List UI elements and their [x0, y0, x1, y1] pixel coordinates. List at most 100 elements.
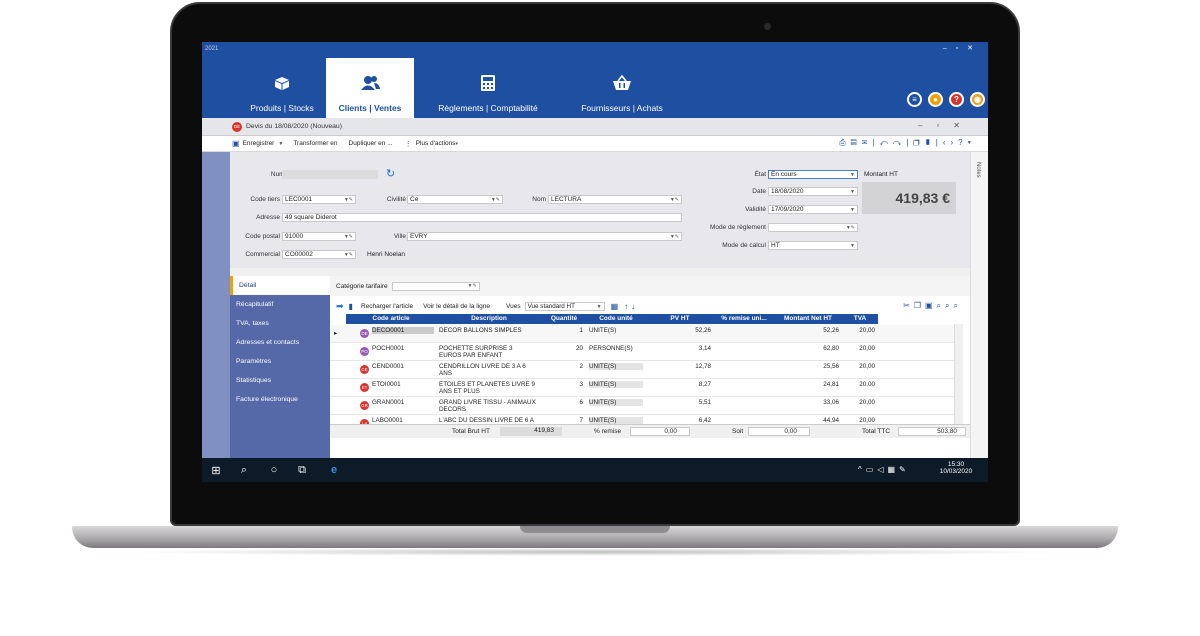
col-code-article[interactable]: Code article	[346, 314, 436, 324]
cell-code[interactable]: ETOI0001	[372, 381, 434, 388]
cell-net[interactable]: 62,80	[777, 345, 839, 352]
cell-tva[interactable]: 20,00	[845, 381, 875, 388]
prev-icon[interactable]: ‹	[943, 138, 951, 147]
etat-field[interactable]: En cours ▼	[768, 170, 858, 179]
menu-item-detail[interactable]: Détail	[230, 276, 330, 295]
code-postal-field[interactable]: 91000 ▼✎	[282, 232, 356, 241]
cell-code[interactable]: DECO0001	[372, 327, 434, 334]
cell-pv[interactable]: 5,51	[649, 399, 711, 406]
copy-icon[interactable]: ❐	[914, 138, 925, 147]
adresse-field[interactable]: 49 square Diderot	[282, 213, 682, 222]
refresh-icon[interactable]: ↻	[386, 167, 395, 180]
toolbar-right-icons[interactable]: ⎙▤✉|↶↷|❐▮|‹›?▾	[839, 138, 976, 148]
chevron-down-icon[interactable]: ▼	[850, 242, 855, 250]
civilite-field[interactable]: Ce ▼✎	[407, 195, 503, 204]
cell-net[interactable]: 25,56	[777, 363, 839, 370]
cell-unit[interactable]: UNITE(S)	[589, 363, 643, 370]
task-view-icon[interactable]: ⧉	[294, 462, 310, 478]
cell-net[interactable]: 44,94	[777, 417, 839, 424]
menu-item-facture[interactable]: Facture électronique	[230, 390, 330, 409]
menu-item-parametres[interactable]: Paramètres	[230, 352, 330, 371]
cell-qty[interactable]: 2	[545, 363, 583, 370]
cell-qty[interactable]: 3	[545, 381, 583, 388]
dropdown-edit-icon[interactable]: ▼✎	[670, 196, 679, 204]
cell-net[interactable]: 24,81	[777, 381, 839, 388]
vue-select[interactable]: Vue standard HT ▼	[524, 301, 605, 311]
col-montant-net[interactable]: Montant Net HT	[774, 314, 842, 324]
redo-icon[interactable]: ↷	[893, 138, 907, 147]
maximize-icon[interactable]: ▫	[956, 45, 967, 52]
print-icon[interactable]: ⎙	[839, 138, 850, 147]
delete-icon[interactable]: ▮	[925, 138, 936, 147]
user-icon[interactable]: ◉	[970, 92, 985, 107]
cell-pv[interactable]: 3,14	[649, 345, 711, 352]
menu-item-adresses[interactable]: Adresses et contacts	[230, 333, 330, 352]
col-pv-ht[interactable]: PV HT	[646, 314, 714, 324]
table-row[interactable]: ▸ DE DECO0001 DECOR BALLONS SIMPLES 1 UNITE(S…	[330, 325, 954, 343]
arrow-up-icon[interactable]: ↑	[624, 302, 628, 311]
document-window-controls[interactable]: –▫✕	[918, 121, 974, 130]
table-row[interactable]: ET ETOI0001 ETOILES ET PLANETES LIVRE 9 ANS…	[330, 379, 954, 397]
reload-article-button[interactable]: Recharger l'article	[361, 303, 413, 310]
copy-icon[interactable]: ❐	[914, 301, 925, 310]
tab-reglements-comptabilite[interactable]: Règlements | Comptabilité	[430, 58, 546, 118]
system-tray-icons[interactable]: ^▭◁▦✎	[858, 465, 910, 474]
cortana-icon[interactable]: ○	[266, 462, 282, 478]
chevron-down-icon[interactable]: ▼	[278, 141, 283, 147]
nom-field[interactable]: LECTURA ▼✎	[548, 195, 682, 204]
reglement-field[interactable]: ▼✎	[768, 223, 858, 232]
chevron-down-icon[interactable]: ▾	[968, 138, 976, 147]
col-remise[interactable]: % remise uni...	[714, 314, 774, 324]
window-controls[interactable]: –▫✕	[943, 44, 982, 52]
notes-panel[interactable]: Notes	[970, 152, 988, 458]
tab-produits-stocks[interactable]: Produits | Stocks	[242, 58, 322, 118]
col-quantite[interactable]: Quantité	[542, 314, 586, 324]
help-icon[interactable]: ?	[949, 92, 964, 107]
close-icon[interactable]: ✕	[967, 45, 982, 52]
search-icon[interactable]: ⌕	[236, 462, 252, 478]
cell-pv[interactable]: 8,27	[649, 381, 711, 388]
cell-code[interactable]: POCH0001	[372, 345, 434, 352]
trash-icon[interactable]: ▮	[349, 302, 353, 311]
duplicate-button[interactable]: Dupliquer en ...	[349, 140, 393, 147]
bell-icon[interactable]: ●	[928, 92, 943, 107]
cell-code[interactable]: LABO0001	[372, 417, 434, 424]
tab-clients-ventes[interactable]: Clients | Ventes	[326, 58, 414, 118]
cell-qty[interactable]: 20	[545, 345, 583, 352]
commercial-field[interactable]: CO00002 ▼✎	[282, 250, 356, 259]
minimize-icon[interactable]: –	[943, 45, 956, 52]
dropdown-edit-icon[interactable]: ▼✎	[344, 251, 353, 259]
notes-tab[interactable]: Notes	[975, 162, 981, 178]
cell-qty[interactable]: 7	[545, 417, 583, 424]
cell-pv[interactable]: 6,42	[649, 417, 711, 424]
find-icon[interactable]: ⌕	[954, 301, 962, 310]
more-actions-button[interactable]: Plus d'actions	[416, 140, 456, 147]
cell-unit[interactable]: UNITE(S)	[589, 381, 643, 388]
cell-desc[interactable]: L'ABC DU DESSIN LIVRE DE 6 A8 ANS	[439, 417, 539, 424]
detail-line-button[interactable]: Voir le détail de la ligne	[423, 303, 490, 310]
cell-tva[interactable]: 20,00	[845, 327, 875, 334]
clock[interactable]: 15:30 10/03/2020	[936, 461, 976, 475]
edge-icon[interactable]: e	[326, 462, 342, 478]
col-description[interactable]: Description	[436, 314, 542, 324]
arrow-down-icon[interactable]: ↓	[631, 302, 635, 311]
cell-net[interactable]: 52,26	[777, 327, 839, 334]
windows-start-icon[interactable]: ⊞	[208, 462, 224, 478]
chevron-down-icon[interactable]: ▼	[850, 188, 855, 196]
email-icon[interactable]: ✉	[862, 138, 873, 147]
cell-qty[interactable]: 6	[545, 399, 583, 406]
help-small-icon[interactable]: ?	[958, 138, 967, 147]
cell-desc[interactable]: GRAND LIVRE TISSU - ANIMAUX DECORS	[439, 399, 539, 413]
code-tiers-field[interactable]: LEC0001 ▼✎	[282, 195, 356, 204]
remise-field[interactable]: 0,00	[630, 427, 690, 436]
cell-desc[interactable]: DECOR BALLONS SIMPLES	[439, 327, 539, 334]
cell-tva[interactable]: 20,00	[845, 399, 875, 406]
dropdown-edit-icon[interactable]: ▼✎	[344, 196, 353, 204]
transform-button[interactable]: Transformer en	[293, 140, 337, 147]
cell-pv[interactable]: 52,26	[649, 327, 711, 334]
save-button[interactable]: Enregistrer	[243, 140, 275, 147]
dropdown-edit-icon[interactable]: ▼✎	[846, 224, 855, 232]
cell-unit[interactable]: UNITE(S)	[589, 399, 643, 406]
cell-unit[interactable]: UNITE(S)	[589, 327, 643, 334]
undo-icon[interactable]: ↶	[879, 138, 893, 147]
